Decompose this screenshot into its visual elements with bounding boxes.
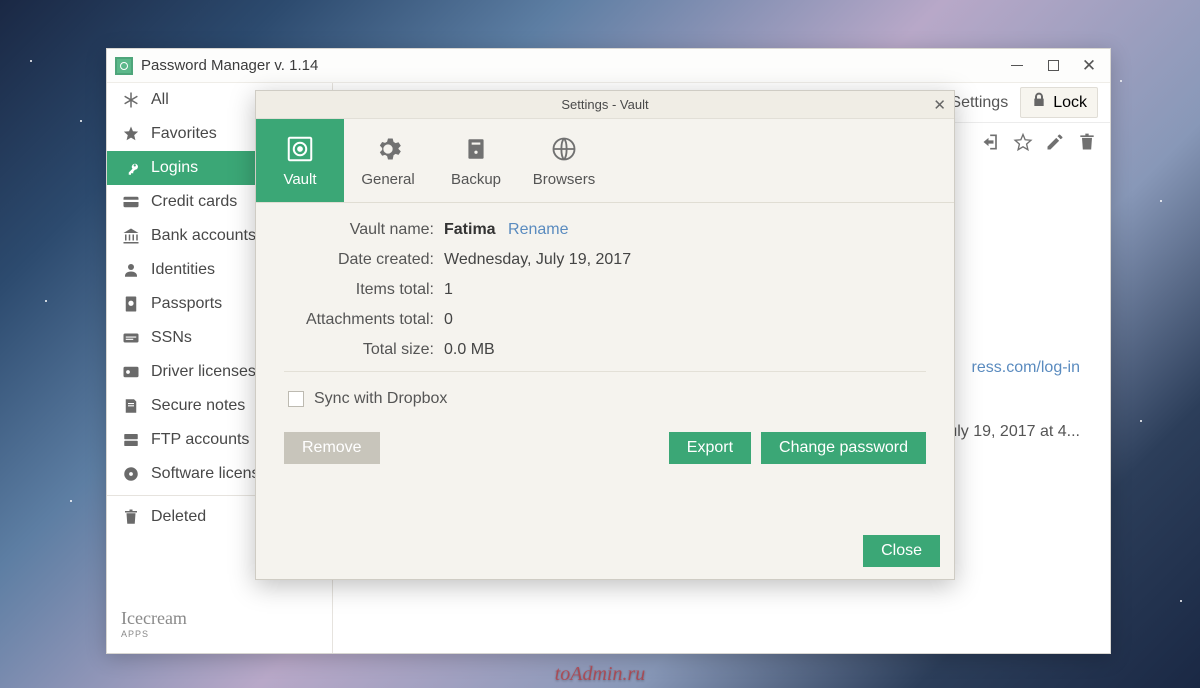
field-value: Wednesday, July 19, 2017: [444, 251, 631, 269]
server-icon: [121, 430, 141, 450]
field-value: 0: [444, 311, 453, 329]
field-label: Total size:: [284, 341, 444, 359]
bank-icon: [121, 226, 141, 246]
sidebar-item-label: Favorites: [151, 125, 217, 143]
login-icon[interactable]: [980, 131, 1002, 153]
settings-modal: Settings - Vault ✕ Vault General Backup …: [255, 90, 955, 580]
tab-backup[interactable]: Backup: [432, 119, 520, 202]
field-vault-name: Vault name: Fatima Rename: [284, 221, 926, 239]
app-icon: [115, 57, 133, 75]
vault-icon: [284, 133, 316, 165]
sidebar-item-label: All: [151, 91, 169, 109]
tab-label: Browsers: [533, 171, 596, 188]
brand-sub: APPS: [121, 629, 318, 639]
modal-close-button[interactable]: ✕: [933, 96, 946, 114]
titlebar[interactable]: Password Manager v. 1.14 ✕: [107, 49, 1110, 83]
field-value: 0.0 MB: [444, 341, 495, 359]
star-icon: [121, 124, 141, 144]
minimize-icon: [1011, 65, 1023, 67]
field-attachments-total: Attachments total: 0: [284, 311, 926, 329]
tab-label: General: [361, 171, 414, 188]
brand-logo: Icecream APPS: [107, 598, 332, 653]
brand-name: Icecream: [121, 608, 187, 628]
ssn-icon: [121, 328, 141, 348]
person-icon: [121, 260, 141, 280]
sidebar-item-label: Credit cards: [151, 193, 237, 211]
detail-date-fragment: uly 19, 2017 at 4...: [948, 423, 1080, 441]
modal-footer: Close: [863, 535, 940, 567]
settings-label: Settings: [950, 94, 1008, 112]
rename-link[interactable]: Rename: [508, 221, 568, 238]
backup-icon: [460, 133, 492, 165]
modal-button-row: Remove Export Change password: [284, 432, 926, 464]
minimize-button[interactable]: [1010, 59, 1024, 73]
tab-vault[interactable]: Vault: [256, 119, 344, 202]
sidebar-item-label: SSNs: [151, 329, 192, 347]
modal-tabs: Vault General Backup Browsers: [256, 119, 954, 203]
sidebar-item-label: Driver licenses: [151, 363, 256, 381]
key-icon: [121, 158, 141, 178]
detail-actions: [980, 131, 1098, 153]
sidebar-item-label: Bank accounts: [151, 227, 256, 245]
sidebar-item-label: Identities: [151, 261, 215, 279]
maximize-icon: [1048, 60, 1059, 71]
field-date-created: Date created: Wednesday, July 19, 2017: [284, 251, 926, 269]
sidebar-item-label: Logins: [151, 159, 198, 177]
globe-icon: [548, 133, 580, 165]
modal-body: Vault name: Fatima Rename Date created: …: [256, 203, 954, 482]
sidebar-item-label: Passports: [151, 295, 222, 313]
license-icon: [121, 362, 141, 382]
window-controls: ✕: [1010, 59, 1102, 73]
sidebar-item-label: FTP accounts: [151, 431, 249, 449]
change-password-button[interactable]: Change password: [761, 432, 926, 464]
field-items-total: Items total: 1: [284, 281, 926, 299]
sync-dropbox-row[interactable]: Sync with Dropbox: [288, 390, 926, 408]
maximize-button[interactable]: [1046, 59, 1060, 73]
field-label: Attachments total:: [284, 311, 444, 329]
note-icon: [121, 396, 141, 416]
lock-label: Lock: [1053, 94, 1087, 112]
checkbox-icon[interactable]: [288, 391, 304, 407]
field-value: 1: [444, 281, 453, 299]
lock-button[interactable]: Lock: [1020, 87, 1098, 118]
disc-icon: [121, 464, 141, 484]
passport-icon: [121, 294, 141, 314]
tab-general[interactable]: General: [344, 119, 432, 202]
modal-title: Settings - Vault: [561, 97, 648, 112]
separator: [284, 371, 926, 372]
lock-icon: [1031, 92, 1047, 113]
asterisk-icon: [121, 90, 141, 110]
close-button[interactable]: ✕: [1082, 59, 1096, 73]
gear-icon: [372, 133, 404, 165]
sync-label: Sync with Dropbox: [314, 390, 447, 408]
tab-label: Backup: [451, 171, 501, 188]
favorite-icon[interactable]: [1012, 131, 1034, 153]
sidebar-item-label: Deleted: [151, 508, 206, 526]
field-label: Date created:: [284, 251, 444, 269]
card-icon: [121, 192, 141, 212]
tab-browsers[interactable]: Browsers: [520, 119, 608, 202]
field-label: Vault name:: [284, 221, 444, 239]
field-value: Fatima Rename: [444, 221, 569, 239]
vault-name-value: Fatima: [444, 221, 496, 238]
edit-icon[interactable]: [1044, 131, 1066, 153]
detail-url-fragment: ress.com/log-in: [972, 359, 1080, 377]
modal-titlebar[interactable]: Settings - Vault ✕: [256, 91, 954, 119]
remove-button[interactable]: Remove: [284, 432, 380, 464]
field-label: Items total:: [284, 281, 444, 299]
tab-label: Vault: [283, 171, 316, 188]
export-button[interactable]: Export: [669, 432, 751, 464]
sidebar-item-label: Secure notes: [151, 397, 245, 415]
delete-icon[interactable]: [1076, 131, 1098, 153]
field-total-size: Total size: 0.0 MB: [284, 341, 926, 359]
window-title: Password Manager v. 1.14: [141, 57, 318, 74]
trash-icon: [121, 507, 141, 527]
close-button[interactable]: Close: [863, 535, 940, 567]
